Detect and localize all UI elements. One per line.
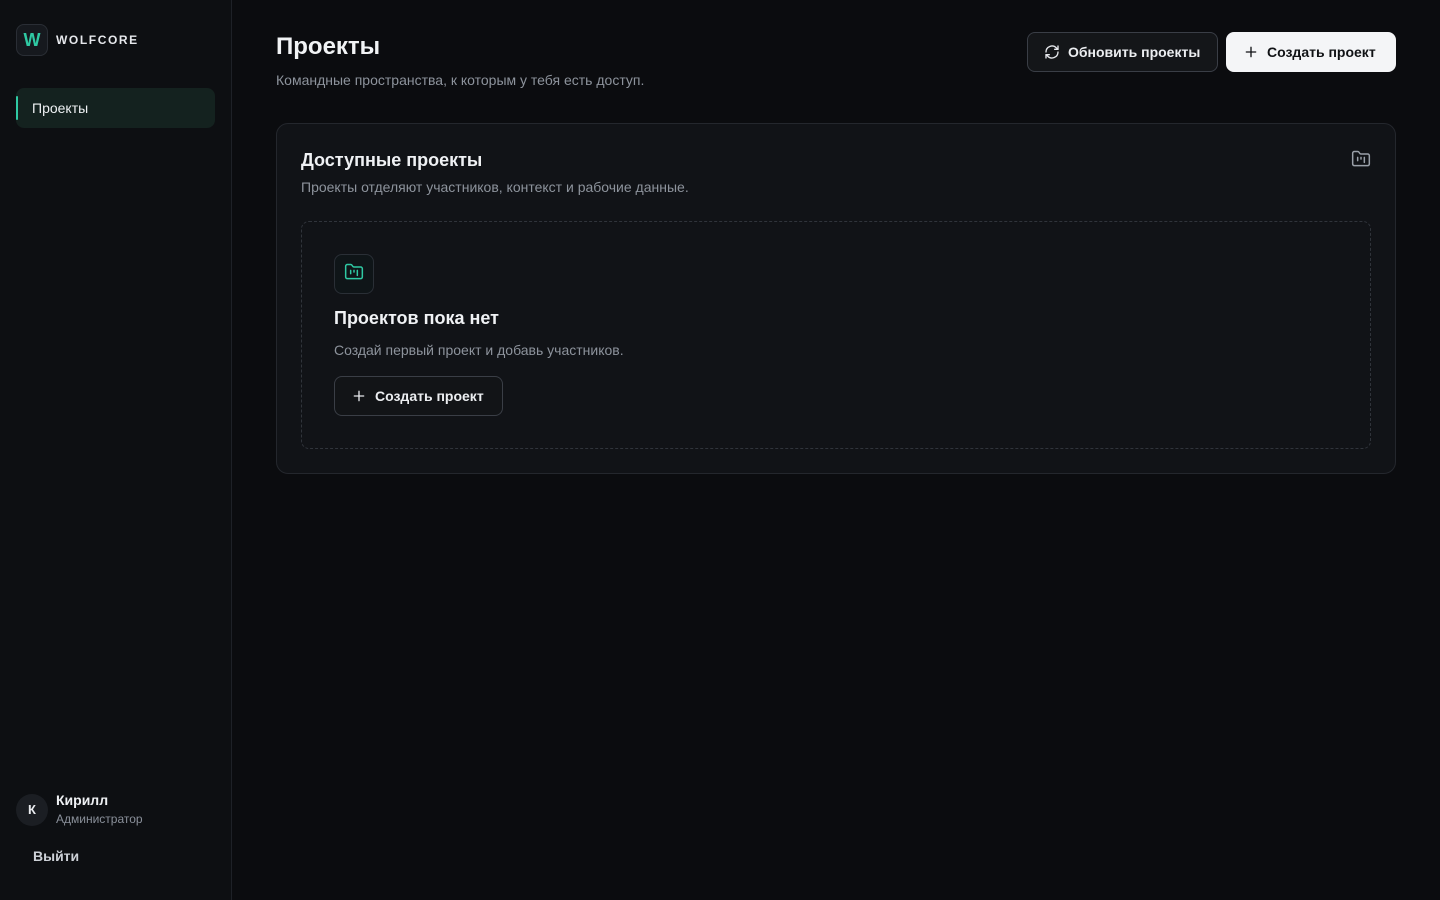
plus-icon — [351, 388, 367, 404]
sidebar-item-label: Проекты — [32, 100, 89, 116]
empty-state-description: Создай первый проект и добавь участников… — [334, 342, 624, 358]
sidebar-nav: Проекты — [16, 88, 215, 128]
app: W WOLFCORE Проекты К Кирилл Администрато… — [0, 0, 1440, 900]
empty-state-icon-box — [334, 254, 374, 294]
empty-create-project-button[interactable]: Создать проект — [334, 376, 503, 416]
plus-icon — [1243, 44, 1259, 60]
user-info: Кирилл Администратор — [56, 792, 143, 827]
refresh-projects-button[interactable]: Обновить проекты — [1027, 32, 1218, 72]
empty-state: Проектов пока нет Создай первый проект и… — [301, 221, 1371, 449]
folder-kanban-icon — [1351, 149, 1371, 174]
refresh-icon — [1044, 44, 1060, 60]
projects-card: Доступные проекты Проекты отделяют участ… — [276, 123, 1396, 474]
create-project-label: Создать проект — [1267, 44, 1376, 60]
logout-button[interactable]: Выйти — [33, 848, 79, 864]
card-title: Доступные проекты — [301, 150, 483, 170]
user-name: Кирилл — [56, 792, 109, 808]
page-title: Проекты — [276, 33, 381, 60]
user-profile: К Кирилл Администратор — [16, 792, 143, 827]
empty-state-title: Проектов пока нет — [334, 308, 499, 328]
brand-name: WOLFCORE — [56, 33, 139, 47]
user-role: Администратор — [56, 812, 143, 826]
brand-logo: W — [16, 24, 48, 56]
page-subtitle: Командные пространства, к которым у тебя… — [276, 72, 645, 88]
card-subtitle: Проекты отделяют участников, контекст и … — [301, 179, 689, 195]
empty-create-project-label: Создать проект — [375, 388, 484, 404]
main-content: Проекты Командные пространства, к которы… — [232, 0, 1440, 900]
refresh-projects-label: Обновить проекты — [1068, 44, 1201, 60]
sidebar-item-projects[interactable]: Проекты — [16, 88, 215, 128]
brand[interactable]: W WOLFCORE — [16, 24, 139, 56]
sidebar: W WOLFCORE Проекты К Кирилл Администрато… — [0, 0, 232, 900]
avatar: К — [16, 793, 48, 826]
folder-kanban-icon — [344, 262, 364, 287]
create-project-button[interactable]: Создать проект — [1226, 32, 1396, 72]
